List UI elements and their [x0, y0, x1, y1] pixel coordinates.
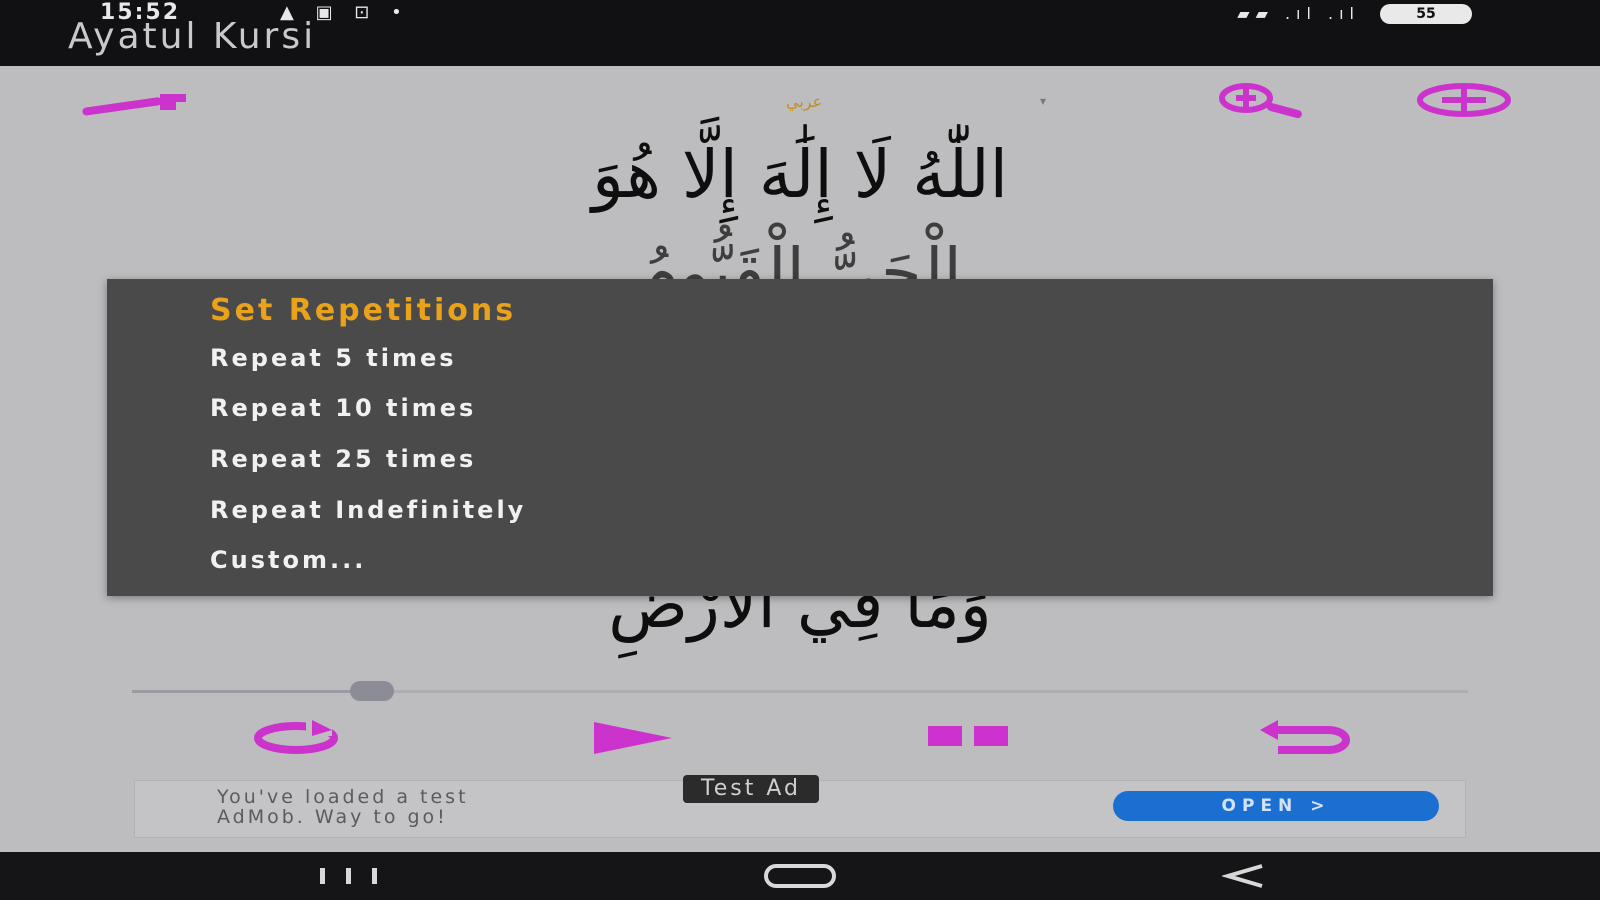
app-title: Ayatul Kursi — [68, 16, 317, 57]
home-icon[interactable] — [760, 862, 840, 890]
zoom-in-icon[interactable] — [1212, 82, 1312, 122]
dialog-title: Set Repetitions — [210, 293, 517, 328]
verse-line-1: اللّٰهُ لَا إِلَٰهَ إِلَّا هُوَ — [592, 136, 1008, 213]
chevron-down-icon: ▾ — [1040, 94, 1047, 108]
pause-icon[interactable] — [926, 716, 1012, 760]
ad-text: You've loaded a test AdMob. Way to go! — [217, 787, 469, 827]
undo-icon[interactable] — [1258, 716, 1354, 760]
seek-bar-thumb[interactable] — [350, 681, 395, 701]
option-repeat-25[interactable]: Repeat 25 times — [210, 438, 1390, 480]
option-repeat-10[interactable]: Repeat 10 times — [210, 387, 1390, 429]
signal-icons: ▰▰ .ıl .ıl — [1237, 4, 1360, 23]
repeat-icon[interactable] — [246, 716, 346, 760]
ad-banner[interactable]: You've loaded a test AdMob. Way to go! T… — [134, 775, 1466, 838]
option-repeat-indefinitely[interactable]: Repeat Indefinitely — [210, 489, 1390, 531]
language-label: عربي — [786, 92, 823, 111]
back-icon[interactable] — [1222, 862, 1266, 890]
status-bar: 15:52 ▲ ▣ ⊡ • ▰▰ .ıl .ıl 55 Ayatul Kursi — [0, 0, 1600, 66]
battery-icon: 55 — [1380, 4, 1472, 24]
ad-badge: Test Ad — [683, 775, 819, 803]
seek-bar-fill — [132, 690, 373, 693]
option-custom[interactable]: Custom... — [210, 539, 1390, 581]
repetitions-dialog: Set Repetitions Repeat 5 times Repeat 10… — [107, 279, 1493, 596]
playback-controls — [0, 716, 1600, 766]
language-select[interactable]: عربي ▾ — [780, 88, 1060, 118]
navigation-bar — [0, 852, 1600, 900]
recents-icon[interactable] — [316, 862, 382, 890]
option-repeat-5[interactable]: Repeat 5 times — [210, 337, 1390, 379]
ad-text-line-1: You've loaded a test — [217, 786, 469, 808]
play-icon[interactable] — [592, 716, 676, 760]
ad-open-button[interactable]: OPEN > — [1113, 791, 1439, 821]
ad-text-line-2: AdMob. Way to go! — [217, 806, 448, 828]
seek-bar[interactable] — [132, 681, 1468, 701]
add-circle-icon[interactable] — [1412, 80, 1516, 120]
wrench-icon[interactable] — [72, 88, 192, 118]
